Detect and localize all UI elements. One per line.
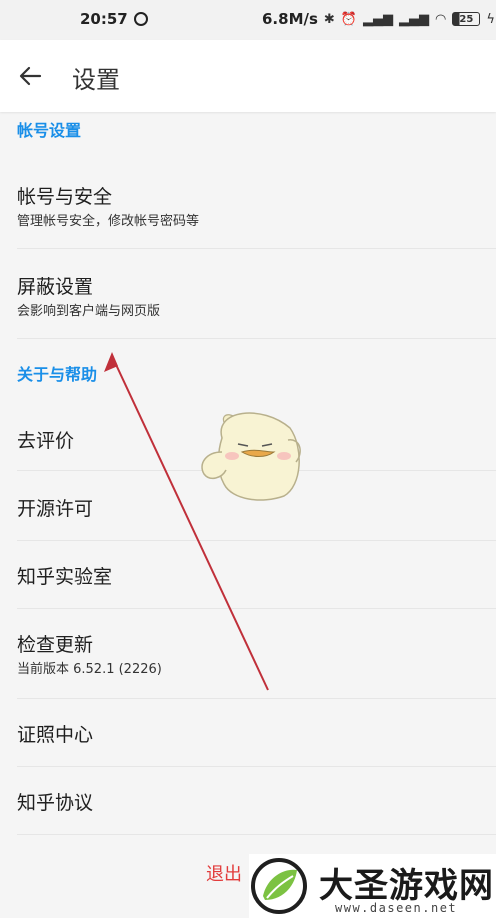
divider bbox=[17, 338, 496, 339]
row-title: 去评价 bbox=[17, 430, 75, 452]
row-title: 证照中心 bbox=[17, 724, 94, 746]
row-lab[interactable]: 知乎实验室 bbox=[0, 542, 496, 608]
watermark-title: 大圣游戏网 bbox=[319, 866, 494, 906]
row-open-source[interactable]: 开源许可 bbox=[0, 472, 496, 540]
status-time-group: 20:57 bbox=[80, 10, 148, 28]
row-subtitle: 管理帐号安全，修改帐号密码等 bbox=[17, 214, 200, 229]
watermark-logo-icon bbox=[251, 858, 307, 914]
logout-button[interactable]: 退出 bbox=[206, 860, 242, 886]
status-time: 20:57 bbox=[80, 10, 128, 28]
section-header-account: 帐号设置 bbox=[17, 121, 82, 140]
network-speed: 6.8M/s bbox=[262, 10, 318, 28]
app-header: 设置 bbox=[0, 40, 496, 112]
alarm-icon: ⏰ bbox=[340, 11, 357, 27]
divider bbox=[17, 540, 496, 541]
row-account-security[interactable]: 帐号与安全 管理帐号安全，修改帐号密码等 bbox=[0, 160, 496, 248]
battery-level: 25 bbox=[459, 14, 474, 25]
row-subtitle: 会影响到客户端与网页版 bbox=[17, 304, 161, 319]
divider bbox=[17, 834, 496, 835]
bluetooth-icon: ✱ bbox=[323, 11, 335, 27]
row-title: 知乎协议 bbox=[17, 792, 94, 814]
row-agreement[interactable]: 知乎协议 bbox=[0, 768, 496, 834]
signal-icon-2: ▂▄▆ bbox=[399, 11, 429, 27]
row-subtitle: 当前版本 6.52.1 (2226) bbox=[17, 662, 162, 677]
row-title: 开源许可 bbox=[17, 498, 94, 520]
divider bbox=[17, 766, 496, 767]
signal-icon-1: ▂▄▆ bbox=[363, 11, 393, 27]
charging-icon: ϟ bbox=[486, 11, 495, 27]
row-check-update[interactable]: 检查更新 当前版本 6.52.1 (2226) bbox=[0, 610, 496, 698]
divider bbox=[17, 470, 496, 471]
row-title: 帐号与安全 bbox=[17, 186, 113, 208]
row-title: 屏蔽设置 bbox=[17, 276, 94, 298]
watermark: 大圣游戏网 www.daseen.net bbox=[249, 854, 496, 918]
notification-icon bbox=[133, 12, 148, 26]
row-title: 检查更新 bbox=[17, 634, 94, 656]
row-title: 知乎实验室 bbox=[17, 566, 113, 588]
divider bbox=[17, 248, 496, 249]
status-bar: 20:57 6.8M/s ✱ ⏰ ▂▄▆ ▂▄▆ ◠ 25 ϟ bbox=[0, 0, 496, 40]
back-arrow-icon[interactable] bbox=[18, 64, 42, 88]
status-right-group: 6.8M/s ✱ ⏰ ▂▄▆ ▂▄▆ ◠ 25 ϟ bbox=[262, 10, 495, 28]
divider bbox=[17, 698, 496, 699]
row-block-settings[interactable]: 屏蔽设置 会影响到客户端与网页版 bbox=[0, 250, 496, 338]
divider bbox=[17, 608, 496, 609]
row-rate[interactable]: 去评价 bbox=[0, 404, 496, 470]
page-title: 设置 bbox=[72, 66, 120, 94]
watermark-url: www.daseen.net bbox=[335, 901, 458, 915]
battery-icon: 25 bbox=[452, 12, 481, 26]
section-header-about: 关于与帮助 bbox=[17, 365, 98, 384]
wifi-icon: ◠ bbox=[435, 11, 447, 27]
row-license-center[interactable]: 证照中心 bbox=[0, 700, 496, 766]
